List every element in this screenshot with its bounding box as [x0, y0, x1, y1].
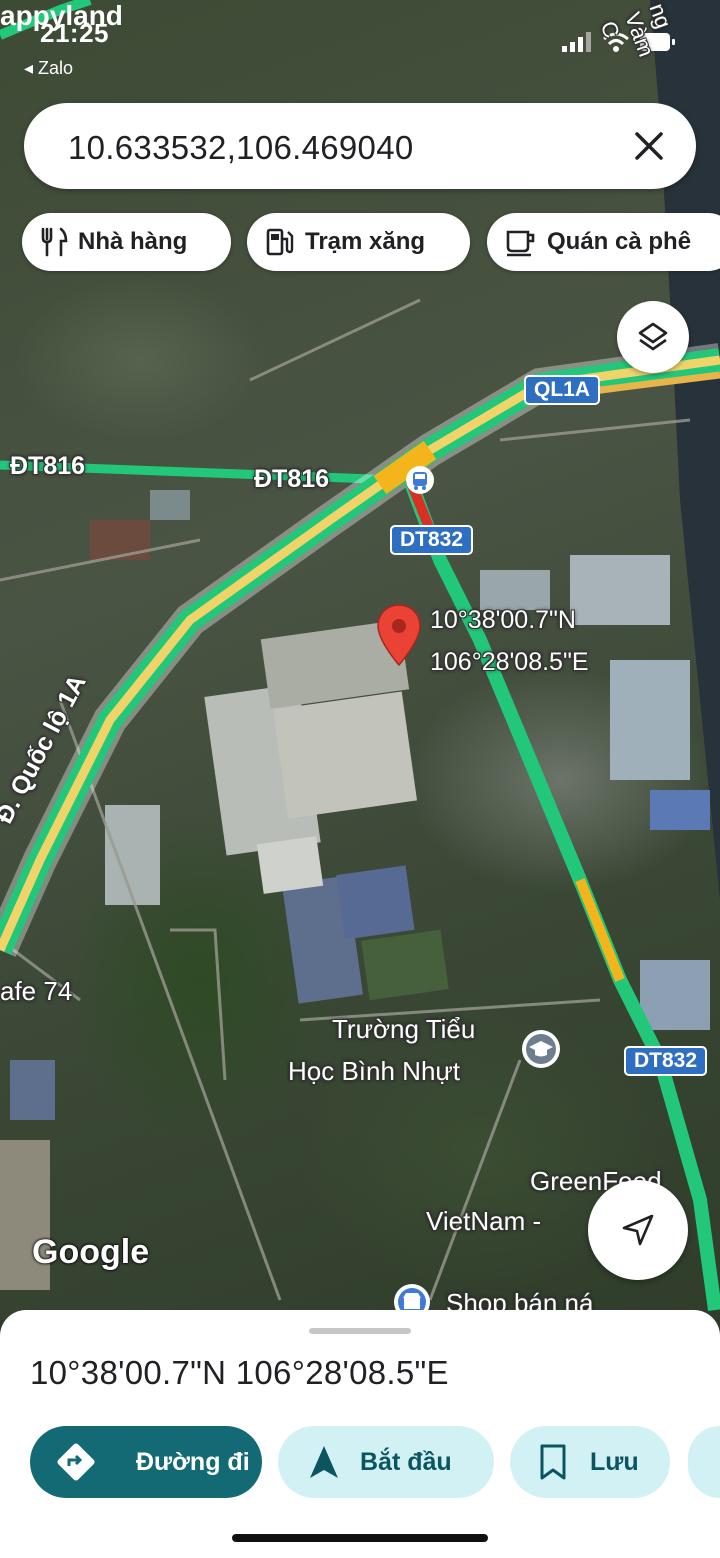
- road-shield-dt832: DT832: [624, 1046, 708, 1076]
- search-bar[interactable]: 10.633532,106.469040: [24, 103, 696, 189]
- signal-icon: [562, 32, 591, 52]
- layers-button[interactable]: [617, 301, 689, 373]
- location-pin-icon[interactable]: [376, 603, 422, 669]
- chip-label: Trạm xăng: [305, 228, 426, 255]
- chip-label: Nhà hàng: [78, 228, 188, 255]
- chip-restaurants[interactable]: Nhà hàng: [22, 213, 231, 271]
- road-shield-dt832: DT832: [390, 525, 474, 555]
- back-to-app-link[interactable]: ◂ Zalo: [24, 58, 73, 79]
- google-logo: Google: [32, 1233, 150, 1271]
- fork-knife-icon: [41, 227, 68, 257]
- chip-gas-stations[interactable]: Trạm xăng: [247, 213, 470, 271]
- chip-coffee-shops[interactable]: Quán cà phê: [487, 213, 720, 271]
- place-bottom-sheet[interactable]: 10°38'00.7"N 106°28'08.5"E Đường đi Bắt …: [0, 1310, 720, 1558]
- place-greenfeed-name[interactable]: VietNam -: [426, 1206, 541, 1237]
- coffee-cup-icon: [506, 230, 535, 257]
- navigation-arrow-icon: [310, 1446, 338, 1478]
- status-time: 21:25: [40, 18, 109, 48]
- location-arrow-icon: [622, 1214, 654, 1246]
- coordinates-title: 10°38'00.7"N 106°28'08.5"E: [30, 1354, 449, 1391]
- close-icon[interactable]: [628, 125, 670, 167]
- save-label: Lưu: [590, 1447, 639, 1476]
- place-school-name[interactable]: Học Bình Nhựt: [288, 1056, 460, 1087]
- directions-label: Đường đi: [136, 1447, 250, 1476]
- drag-handle[interactable]: [309, 1328, 411, 1334]
- gas-station-icon: [266, 228, 294, 256]
- traffic-yellow-segment-3: [575, 878, 625, 982]
- directions-icon: [57, 1443, 95, 1481]
- save-button[interactable]: Lưu: [510, 1426, 670, 1498]
- place-school-name[interactable]: Trường Tiểu: [332, 1014, 475, 1045]
- bus-stop-icon[interactable]: [405, 465, 435, 495]
- factory-complex: [204, 619, 449, 1004]
- home-indicator[interactable]: [232, 1534, 488, 1542]
- bookmark-icon: [540, 1444, 566, 1480]
- start-label: Bắt đầu: [360, 1447, 452, 1476]
- my-location-button[interactable]: [588, 1180, 688, 1280]
- start-button[interactable]: Bắt đầu: [278, 1426, 494, 1498]
- school-icon[interactable]: [520, 1028, 562, 1070]
- map-view[interactable]: appyland 21:25 ◂ Zalo 10.633532,106.4690…: [0, 0, 720, 1320]
- directions-button[interactable]: Đường đi: [30, 1426, 262, 1498]
- place-cafe-name[interactable]: afe 74: [0, 976, 72, 1007]
- chip-label: Quán cà phê: [547, 228, 692, 255]
- road-name-dt816: ĐT816: [254, 465, 330, 493]
- map-graphics: [0, 0, 720, 1311]
- road-name-dt816: ĐT816: [10, 452, 86, 480]
- search-input[interactable]: 10.633532,106.469040: [68, 129, 414, 167]
- layers-icon: [638, 322, 668, 351]
- pin-longitude-label: 106°28'08.5"E: [430, 648, 589, 676]
- pin-latitude-label: 10°38'00.7"N: [430, 606, 576, 634]
- more-actions-button[interactable]: [688, 1426, 720, 1498]
- road-shield-ql1a: QL1A: [524, 375, 601, 405]
